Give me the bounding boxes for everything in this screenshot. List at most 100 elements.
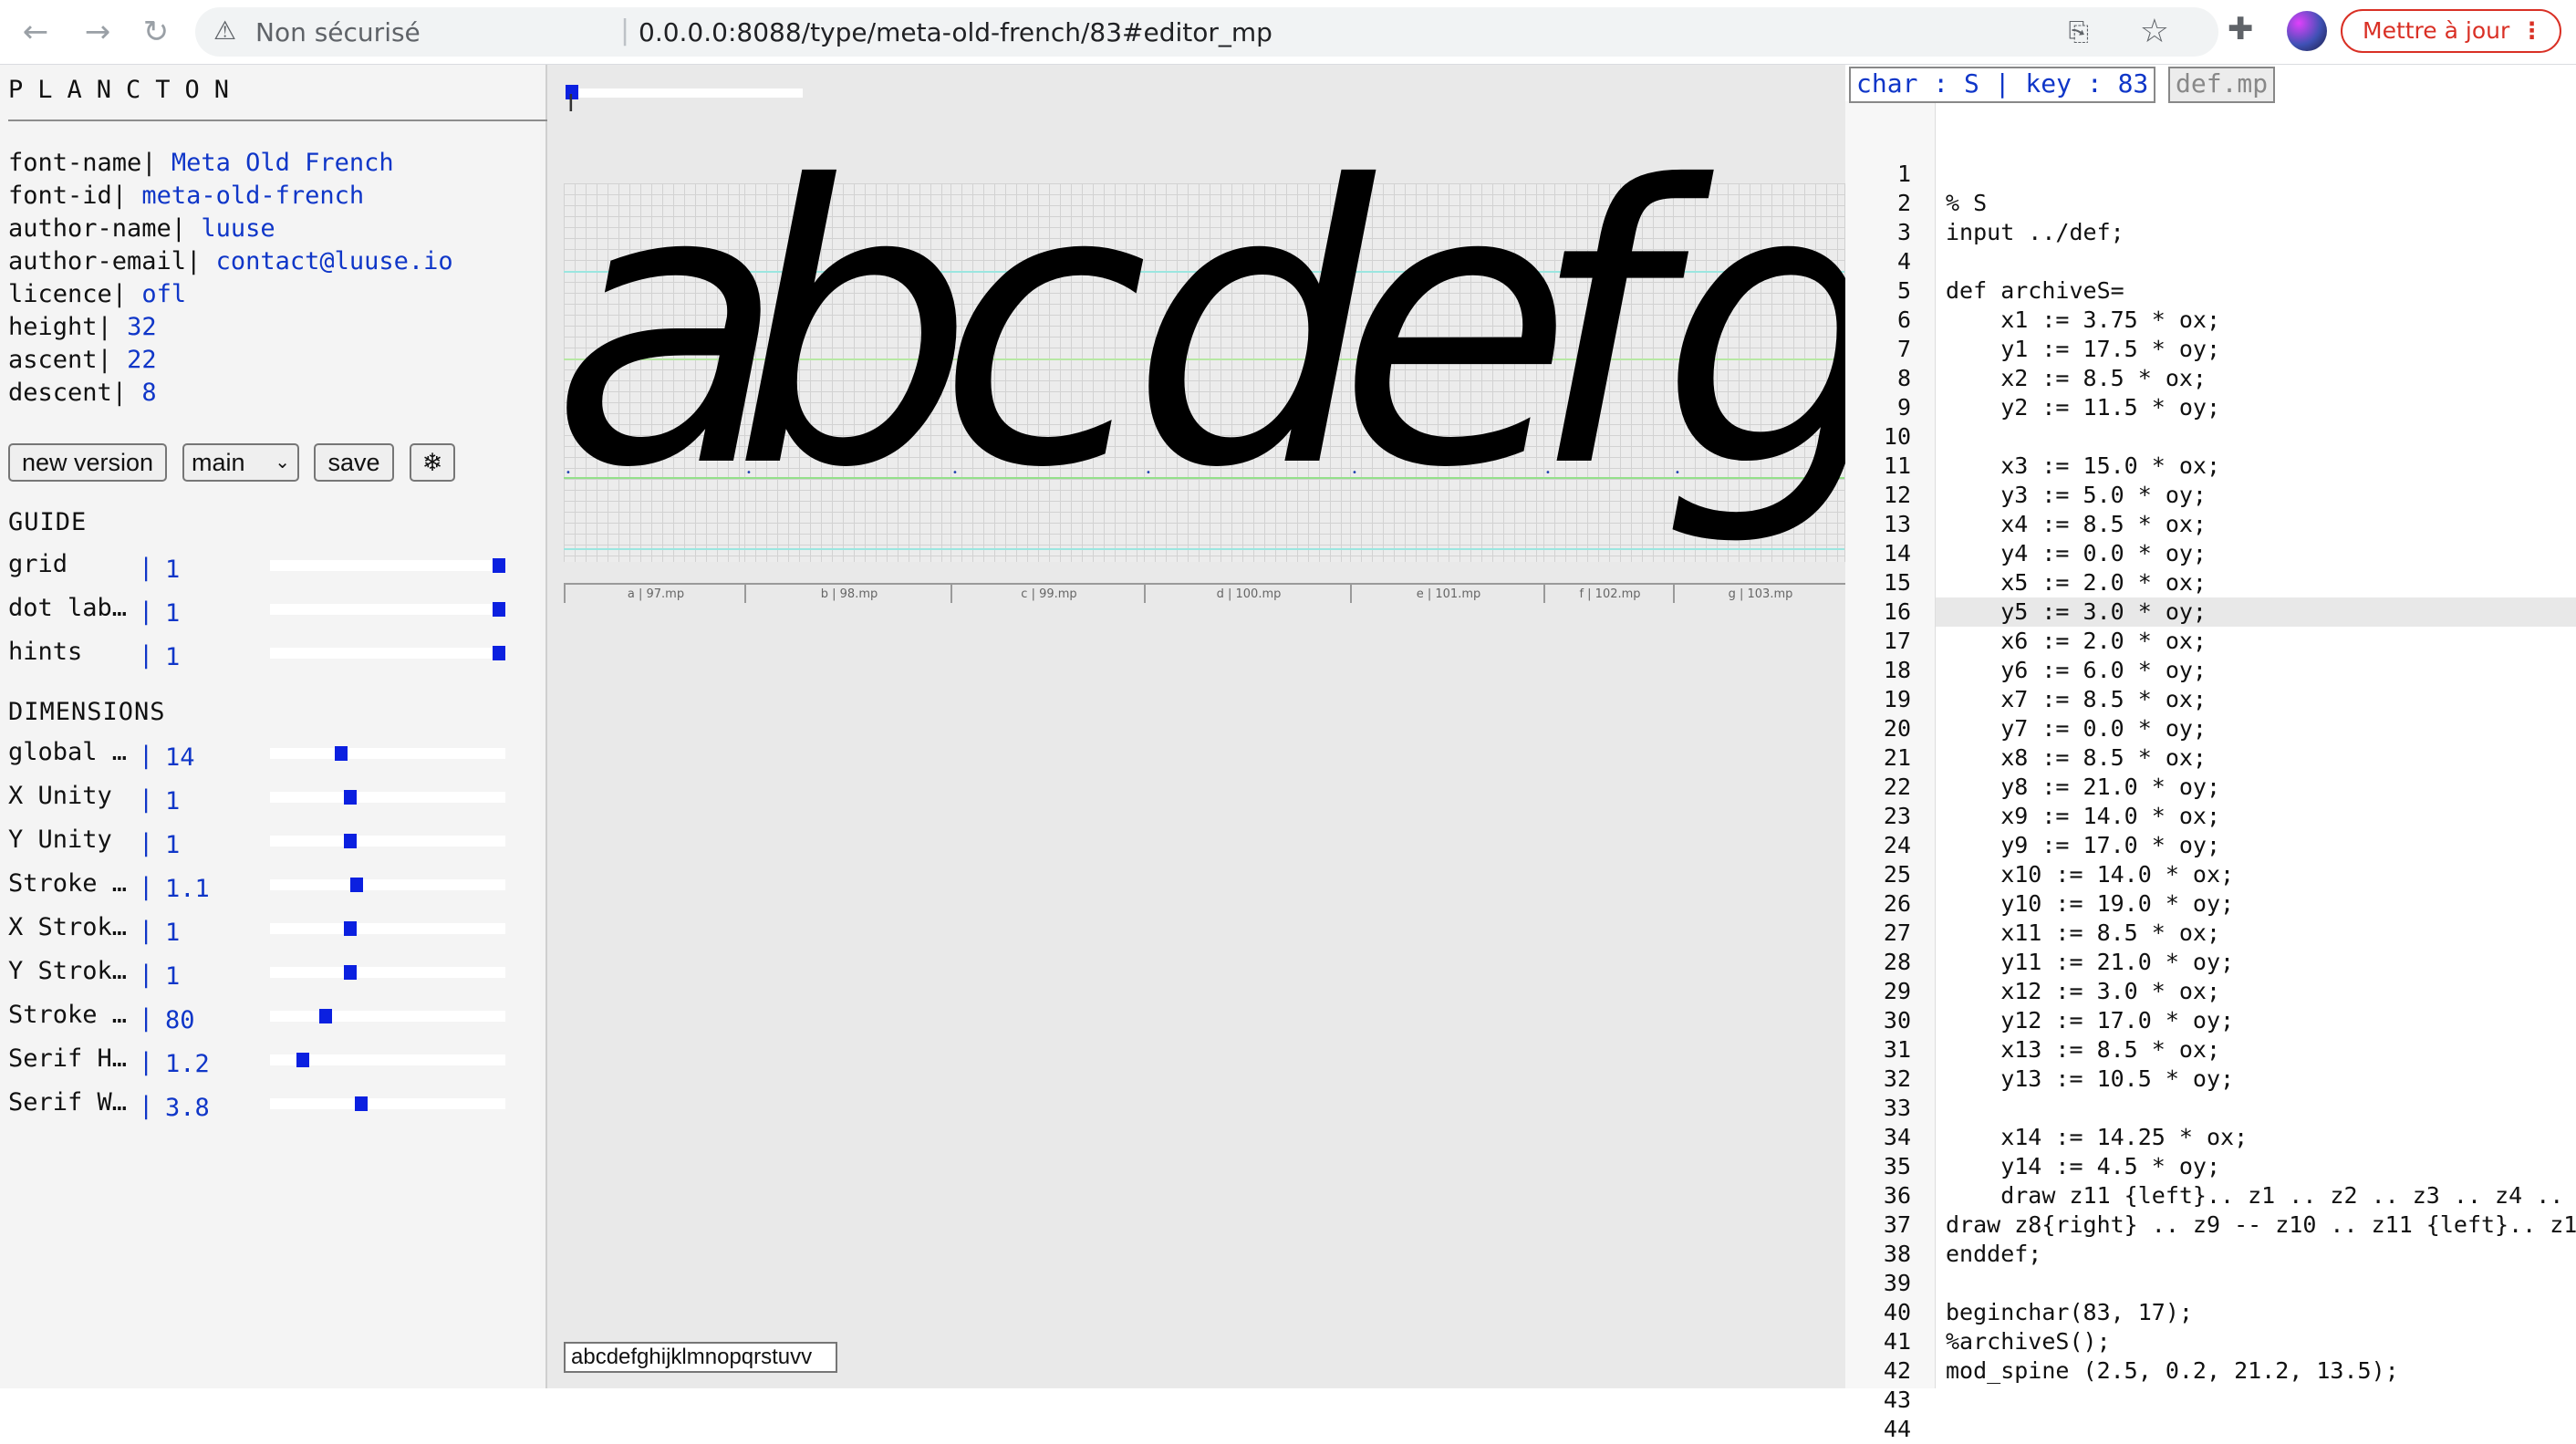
meta-value[interactable]: 22 — [127, 346, 157, 374]
code-line[interactable]: x7 := 8.5 * ox; — [1946, 685, 2207, 714]
dimension-slider[interactable] — [270, 1053, 505, 1067]
code-line[interactable]: x4 := 8.5 * ox; — [1946, 510, 2207, 539]
guide-value[interactable]: 1 — [165, 556, 180, 584]
code-line[interactable]: y8 := 21.0 * oy; — [1946, 773, 2220, 802]
dimension-slider-thumb[interactable] — [319, 1009, 332, 1023]
code-line[interactable]: x14 := 14.25 * ox; — [1946, 1123, 2248, 1152]
dimension-slider-thumb[interactable] — [344, 790, 357, 805]
guide-value[interactable]: 1 — [165, 599, 180, 628]
dimension-slider-thumb[interactable] — [344, 834, 357, 848]
dimension-slider-thumb[interactable] — [355, 1096, 368, 1111]
dimension-slider-thumb[interactable] — [296, 1053, 309, 1067]
branch-select[interactable]: main ⌄ — [182, 443, 299, 482]
profile-avatar[interactable] — [2287, 11, 2327, 51]
dimension-slider[interactable] — [270, 1096, 505, 1111]
code-line[interactable]: x5 := 2.0 * ox; — [1946, 568, 2207, 597]
code-line[interactable]: enddef; — [1946, 1240, 2041, 1269]
dimension-value[interactable]: 1.2 — [165, 1050, 210, 1078]
forward-arrow-icon[interactable]: → — [77, 11, 119, 53]
code-line[interactable]: x11 := 8.5 * ox; — [1946, 919, 2220, 948]
code-line[interactable]: draw z11 {left}.. z1 .. z2 .. z3 .. z4 .… — [1946, 1181, 2576, 1210]
code-line[interactable]: % S — [1946, 189, 1987, 218]
code-line[interactable]: y14 := 4.5 * oy; — [1946, 1152, 2220, 1181]
dimension-slider-thumb[interactable] — [344, 965, 357, 980]
code-line[interactable]: x12 := 3.0 * ox; — [1946, 977, 2220, 1006]
reload-icon[interactable]: ↻ — [135, 11, 177, 53]
code-line[interactable]: x10 := 14.0 * ox; — [1946, 860, 2234, 889]
code-line[interactable]: y9 := 17.0 * oy; — [1946, 831, 2220, 860]
security-label[interactable]: Non sécurisé — [255, 17, 421, 47]
guide-slider[interactable] — [270, 558, 505, 573]
guide-slider-thumb[interactable] — [493, 646, 505, 660]
dimension-slider[interactable] — [270, 1009, 505, 1023]
code-line[interactable]: y5 := 3.0 * oy; — [1946, 597, 2207, 627]
code-line[interactable]: y13 := 10.5 * oy; — [1946, 1065, 2234, 1094]
dimension-value[interactable]: 1 — [165, 831, 180, 859]
settings-snowflake-button[interactable]: ❄ — [410, 443, 455, 482]
code-line[interactable]: y3 := 5.0 * oy; — [1946, 481, 2207, 510]
dimension-slider-thumb[interactable] — [344, 921, 357, 936]
url-text[interactable]: 0.0.0.0:8088/type/meta-old-french/83#edi… — [639, 17, 1272, 47]
sample-text-input[interactable]: abcdefghijklmnopqrstuvv — [564, 1342, 837, 1373]
bookmark-star-icon[interactable]: ☆ — [2140, 13, 2169, 50]
code-line[interactable]: x8 := 8.5 * ox; — [1946, 743, 2207, 773]
guide-slider-thumb[interactable] — [493, 602, 505, 617]
meta-value[interactable]: meta-old-french — [141, 182, 364, 210]
new-version-button[interactable]: new version — [8, 443, 167, 482]
code-line[interactable]: y7 := 0.0 * oy; — [1946, 714, 2207, 743]
meta-value[interactable]: contact@luuse.io — [216, 247, 453, 275]
warning-icon[interactable]: ⚠ — [213, 16, 236, 46]
glyph-preview-canvas[interactable]: I • a | 97.mp • b | 98.mp • c | 99.mp • d | 100… — [547, 65, 1904, 1388]
code-line[interactable]: input ../def; — [1946, 218, 2124, 247]
dimension-value[interactable]: 1.1 — [165, 875, 210, 903]
meta-value[interactable]: ofl — [141, 280, 186, 308]
update-browser-button[interactable]: Mettre à jour ⋮ — [2341, 9, 2561, 53]
meta-value[interactable]: 32 — [127, 313, 157, 341]
code-line[interactable]: x2 := 8.5 * ox; — [1946, 364, 2207, 393]
save-button[interactable]: save — [314, 443, 394, 482]
dimension-slider[interactable] — [270, 921, 505, 936]
code-line[interactable]: y10 := 19.0 * oy; — [1946, 889, 2234, 919]
code-line[interactable]: y12 := 17.0 * oy; — [1946, 1006, 2234, 1035]
more-menu-icon[interactable]: ⋮ — [2520, 11, 2543, 51]
meta-value[interactable]: Meta Old French — [171, 149, 394, 177]
code-line[interactable]: draw z8{right} .. z9 -- z10 .. z11 {left… — [1946, 1210, 2576, 1240]
code-line[interactable]: def archiveS= — [1946, 276, 2124, 306]
def-file-tab[interactable]: def.mp — [2168, 67, 2276, 103]
guide-slider-thumb[interactable] — [493, 558, 505, 573]
dimension-slider[interactable] — [270, 834, 505, 848]
dimension-value[interactable]: 1 — [165, 787, 180, 815]
code-line[interactable]: y11 := 21.0 * oy; — [1946, 948, 2234, 977]
dimension-slider[interactable] — [270, 790, 505, 805]
code-line[interactable]: x1 := 3.75 * ox; — [1946, 306, 2220, 335]
playback-slider[interactable] — [566, 85, 803, 99]
code-line[interactable]: y4 := 0.0 * oy; — [1946, 539, 2207, 568]
code-line[interactable]: y2 := 11.5 * oy; — [1946, 393, 2220, 422]
back-arrow-icon[interactable]: ← — [15, 11, 57, 53]
dimension-slider-thumb[interactable] — [335, 746, 348, 761]
dimension-value[interactable]: 1 — [165, 919, 180, 947]
translate-icon[interactable]: ⎘ — [2069, 16, 2089, 47]
code-line[interactable]: beginchar(83, 17); — [1946, 1298, 2193, 1327]
code-line[interactable]: x3 := 15.0 * ox; — [1946, 452, 2220, 481]
address-bar[interactable]: ⚠ Non sécurisé | 0.0.0.0:8088/type/meta-… — [195, 7, 2218, 57]
meta-value[interactable]: 8 — [141, 379, 156, 407]
code-line[interactable]: %archiveS(); — [1946, 1327, 2111, 1356]
dimension-slider[interactable] — [270, 965, 505, 980]
code-line[interactable]: y1 := 17.5 * oy; — [1946, 335, 2220, 364]
extensions-puzzle-icon[interactable]: ✚ — [2228, 11, 2254, 47]
code-line[interactable]: y6 := 6.0 * oy; — [1946, 656, 2207, 685]
code-line[interactable]: x9 := 14.0 * ox; — [1946, 802, 2220, 831]
guide-slider[interactable] — [270, 602, 505, 617]
dimension-slider-thumb[interactable] — [350, 878, 363, 892]
dimension-slider[interactable] — [270, 746, 505, 761]
dimension-value[interactable]: 3.8 — [165, 1094, 210, 1122]
meta-value[interactable]: luuse — [201, 214, 275, 243]
guide-slider[interactable] — [270, 646, 505, 660]
guide-value[interactable]: 1 — [165, 643, 180, 671]
dimension-value[interactable]: 1 — [165, 962, 180, 991]
dimension-value[interactable]: 80 — [165, 1006, 195, 1034]
code-line[interactable]: mod_spine (2.5, 0.2, 21.2, 13.5); — [1946, 1356, 2399, 1386]
code-line[interactable]: x13 := 8.5 * ox; — [1946, 1035, 2220, 1065]
dimension-slider[interactable] — [270, 878, 505, 892]
